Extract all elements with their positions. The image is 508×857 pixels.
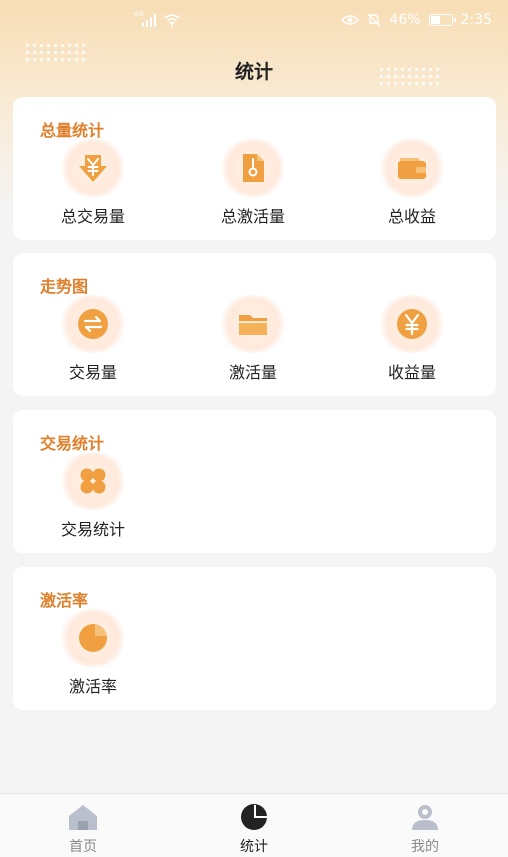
tab-label: 首页 [69, 839, 97, 855]
pie-chart-icon [241, 804, 267, 830]
yuan-coin-icon [377, 295, 447, 353]
folder-icon [218, 295, 288, 353]
total-stats-card: 总量统计 总交易量 总激活量 总收益 [13, 97, 496, 240]
total-revenue-item[interactable]: 总收益 [352, 139, 472, 227]
grid-icon [58, 452, 128, 510]
trend-card: 走势图 交易量 激活量 收益量 [13, 253, 496, 396]
mute-icon [367, 13, 381, 27]
card-title: 总量统计 [40, 121, 105, 140]
status-bar: 4G 46% 2:35 [0, 0, 508, 44]
wallet-icon [377, 139, 447, 197]
pie-icon [58, 609, 128, 667]
battery-level [430, 16, 440, 24]
trend-activation-item[interactable]: 激活量 [193, 295, 313, 383]
exchange-icon [58, 295, 128, 353]
card-title: 走势图 [40, 277, 89, 296]
trend-revenue-item[interactable]: 收益量 [352, 295, 472, 383]
tab-label: 统计 [240, 839, 268, 855]
item-label: 总交易量 [60, 207, 125, 226]
signal-icon: 4G [134, 10, 156, 27]
clock: 2:35 [460, 12, 492, 28]
tab-home[interactable]: 首页 [33, 802, 133, 856]
trade-stats-card: 交易统计 交易统计 [13, 410, 496, 553]
item-label: 激活量 [228, 363, 277, 382]
tab-mine[interactable]: 我的 [375, 802, 475, 856]
document-icon [218, 139, 288, 197]
network-type: 4G [134, 10, 144, 18]
tab-label: 我的 [411, 839, 439, 855]
card-title: 交易统计 [40, 434, 105, 453]
user-icon [412, 805, 438, 830]
tab-stats[interactable]: 统计 [204, 802, 304, 856]
item-label: 激活率 [68, 677, 117, 696]
item-label: 收益量 [387, 363, 436, 382]
item-label: 交易量 [68, 363, 117, 382]
bottom-tab-bar: 首页 统计 我的 [0, 793, 508, 857]
card-title: 激活率 [40, 591, 89, 610]
battery-percent: 46% [389, 12, 421, 28]
trend-trade-volume-item[interactable]: 交易量 [33, 295, 153, 383]
activation-rate-item[interactable]: 激活率 [33, 609, 153, 697]
wifi-icon [164, 14, 180, 27]
yuan-arrow-icon [58, 139, 128, 197]
home-icon [69, 805, 97, 830]
total-trade-volume-item[interactable]: 总交易量 [33, 139, 153, 227]
page-title: 统计 [234, 61, 273, 83]
item-label: 交易统计 [60, 520, 125, 539]
item-label: 总收益 [387, 207, 436, 226]
eye-icon [341, 15, 360, 25]
total-activation-item[interactable]: 总激活量 [193, 139, 313, 227]
activation-rate-card: 激活率 激活率 [13, 567, 496, 710]
battery-icon [428, 14, 456, 26]
trade-stats-item[interactable]: 交易统计 [33, 452, 153, 540]
item-label: 总激活量 [220, 207, 285, 226]
